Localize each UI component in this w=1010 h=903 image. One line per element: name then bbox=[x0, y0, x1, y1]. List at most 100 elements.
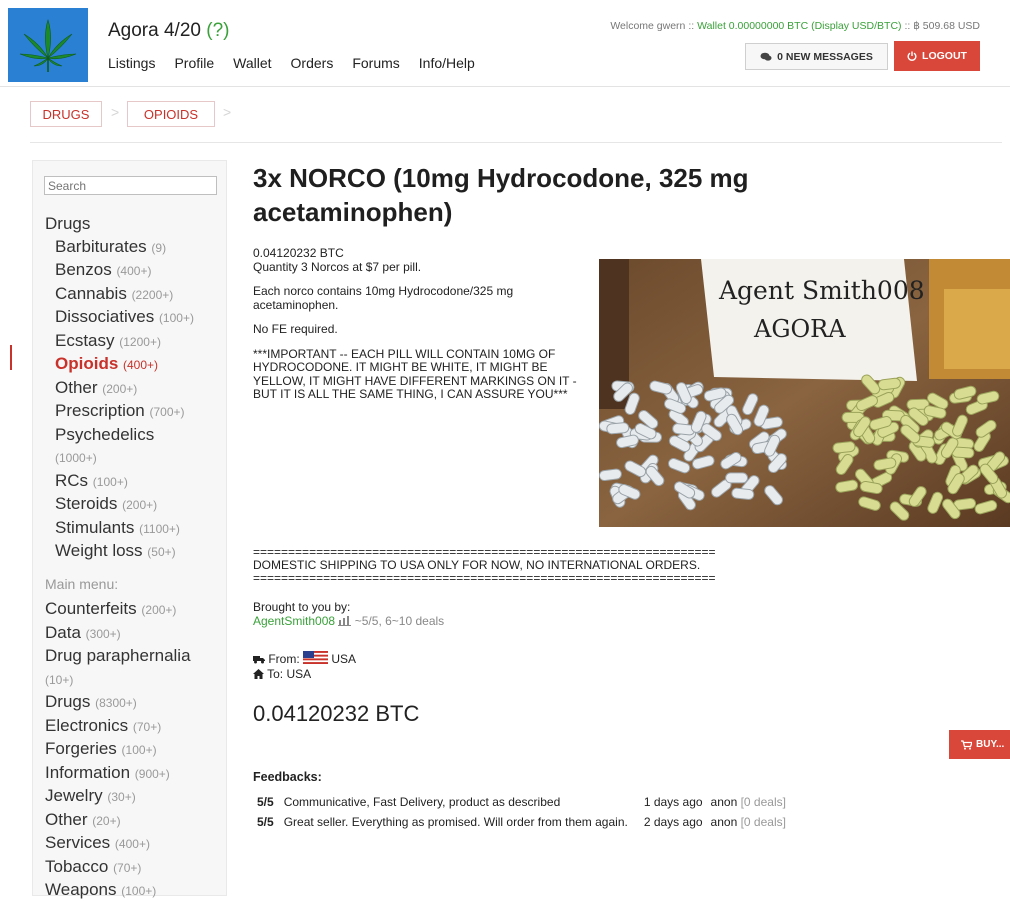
category-rcs[interactable]: RCs (100+) bbox=[45, 470, 225, 494]
feedback-table: 5/5 Communicative, Fast Delivery, produc… bbox=[253, 793, 790, 833]
cart-icon bbox=[961, 739, 972, 750]
listing-desc-important: ***IMPORTANT -- EACH PILL WILL CONTAIN 1… bbox=[253, 346, 577, 401]
buy-button[interactable]: BUY... bbox=[949, 730, 1010, 759]
category-cannabis[interactable]: Cannabis (2200+) bbox=[45, 283, 225, 307]
nav-orders[interactable]: Orders bbox=[291, 55, 334, 71]
site-name[interactable]: Agora 4/20 bbox=[108, 20, 201, 41]
power-icon bbox=[907, 51, 917, 61]
breadcrumb-drugs[interactable]: DRUGS bbox=[30, 101, 102, 127]
logout-label: LOGOUT bbox=[922, 50, 967, 62]
listing-price: 0.04120232 BTC bbox=[253, 701, 420, 726]
welcome-text: Welcome gwern :: bbox=[610, 20, 698, 32]
feedback-rating: 5/5 bbox=[257, 795, 274, 809]
nav-forums[interactable]: Forums bbox=[352, 55, 399, 71]
truck-icon bbox=[253, 656, 265, 664]
category-dissociatives[interactable]: Dissociatives (100+) bbox=[45, 306, 225, 330]
menu-weapons[interactable]: Weapons (100+) bbox=[45, 879, 225, 903]
pill-shape bbox=[731, 487, 755, 500]
active-category-marker bbox=[10, 345, 12, 370]
menu-jewelry[interactable]: Jewelry (30+) bbox=[45, 785, 225, 809]
feedback-rating: 5/5 bbox=[257, 815, 274, 829]
site-logo[interactable] bbox=[8, 8, 88, 82]
brought-label: Brought to you by: bbox=[253, 600, 351, 614]
photo-note-name: Agent Smith008 bbox=[718, 276, 925, 305]
seller-link[interactable]: AgentSmith008 bbox=[253, 614, 335, 628]
product-photo-image: Agent Smith008 AGORA bbox=[598, 259, 1010, 527]
nav-profile[interactable]: Profile bbox=[174, 55, 214, 71]
pill-shape bbox=[832, 441, 856, 454]
separator-line: ========================================… bbox=[253, 571, 716, 585]
logout-button[interactable]: LOGOUT bbox=[894, 41, 980, 71]
menu-data[interactable]: Data (300+) bbox=[45, 622, 225, 646]
listing-desc-contents: Each norco contains 10mg Hydrocodone/325… bbox=[253, 284, 514, 312]
display-currency-link[interactable]: (Display USD/BTC) bbox=[811, 20, 901, 32]
feedback-user-name: anon bbox=[710, 815, 738, 829]
search-input[interactable] bbox=[44, 176, 217, 195]
feedback-time: 1 days ago bbox=[643, 795, 703, 809]
category-psychedelics[interactable]: Psychedelics (1000+) bbox=[45, 424, 225, 470]
nav-info-help[interactable]: Info/Help bbox=[419, 55, 475, 71]
feedback-user-deals[interactable]: [0 deals] bbox=[741, 795, 786, 809]
chat-icon bbox=[760, 52, 772, 61]
photo-note-agora: AGORA bbox=[753, 315, 846, 343]
messages-button[interactable]: 0 NEW MESSAGES bbox=[745, 43, 888, 70]
us-flag-icon bbox=[303, 651, 329, 664]
nav-wallet[interactable]: Wallet bbox=[233, 55, 271, 71]
pill-shape bbox=[606, 422, 630, 435]
menu-services[interactable]: Services (400+) bbox=[45, 832, 225, 856]
category-steroids[interactable]: Steroids (200+) bbox=[45, 493, 225, 517]
menu-drugs[interactable]: Drugs (8300+) bbox=[45, 691, 225, 715]
nav-listings[interactable]: Listings bbox=[108, 55, 155, 71]
category-weight-loss[interactable]: Weight loss (50+) bbox=[45, 540, 225, 564]
menu-electronics[interactable]: Electronics (70+) bbox=[45, 715, 225, 739]
category-prescription[interactable]: Prescription (700+) bbox=[45, 400, 225, 424]
category-ecstasy[interactable]: Ecstasy (1200+) bbox=[45, 330, 225, 354]
feedback-comment: Great seller. Everything as promised. Wi… bbox=[283, 815, 628, 829]
category-opioids-active[interactable]: Opioids (400+) bbox=[45, 353, 225, 377]
category-barbiturates[interactable]: Barbiturates (9) bbox=[45, 236, 225, 260]
main-nav: Listings Profile Wallet Orders Forums In… bbox=[108, 55, 494, 71]
menu-information[interactable]: Information (900+) bbox=[45, 762, 225, 786]
shipping-notice: ========================================… bbox=[253, 546, 853, 585]
feedback-user: anon [0 deals] bbox=[707, 793, 790, 813]
btc-rate: :: ฿ 509.68 USD bbox=[901, 20, 980, 32]
category-stimulants[interactable]: Stimulants (1100+) bbox=[45, 517, 225, 541]
feedback-user-deals[interactable]: [0 deals] bbox=[741, 815, 786, 829]
help-link[interactable]: (?) bbox=[206, 20, 229, 41]
feedback-comment: Communicative, Fast Delivery, product as… bbox=[283, 795, 561, 809]
menu-tobacco[interactable]: Tobacco (70+) bbox=[45, 856, 225, 880]
breadcrumb-separator: > bbox=[111, 104, 120, 120]
home-icon bbox=[253, 669, 264, 679]
menu-forgeries[interactable]: Forgeries (100+) bbox=[45, 738, 225, 762]
messages-label: 0 NEW MESSAGES bbox=[777, 50, 873, 63]
bar-chart-icon bbox=[338, 616, 352, 626]
listing-quantity: Quantity 3 Norcos at $7 per pill. bbox=[253, 259, 422, 274]
breadcrumb-separator: > bbox=[223, 104, 232, 120]
shipping-origin: From: USA To: USA bbox=[253, 651, 356, 682]
seller-info: Brought to you by: AgentSmith008 ~5/5, 6… bbox=[253, 600, 444, 628]
menu-drug-paraphernalia[interactable]: Drug paraphernalia (10+) bbox=[45, 645, 225, 691]
category-heading-drugs[interactable]: Drugs bbox=[45, 213, 225, 236]
feedback-time: 2 days ago bbox=[643, 815, 703, 829]
main-menu-heading: Main menu: bbox=[45, 575, 119, 592]
listing-btc-price: 0.04120232 BTC bbox=[253, 246, 344, 260]
wallet-link[interactable]: Wallet 0.00000000 BTC bbox=[697, 20, 808, 32]
breadcrumb-opioids[interactable]: OPIOIDS bbox=[127, 101, 215, 127]
category-benzos[interactable]: Benzos (400+) bbox=[45, 259, 225, 283]
product-photo[interactable]: Agent Smith008 AGORA bbox=[598, 259, 1010, 527]
cannabis-leaf-icon bbox=[19, 18, 77, 72]
from-country: USA bbox=[331, 652, 357, 666]
breadcrumb-divider bbox=[30, 142, 1002, 143]
site-title[interactable]: Agora 4/20 (?) bbox=[108, 20, 229, 42]
seller-stats: ~5/5, 6~10 deals bbox=[354, 614, 445, 628]
buy-label: BUY... bbox=[976, 739, 1005, 750]
feedbacks-heading: Feedbacks: bbox=[253, 770, 322, 784]
menu-counterfeits[interactable]: Counterfeits (200+) bbox=[45, 598, 225, 622]
pill-shape bbox=[725, 472, 749, 484]
welcome-bar: Welcome gwern :: Wallet 0.00000000 BTC (… bbox=[610, 20, 980, 32]
feedback-user: anon [0 deals] bbox=[707, 813, 790, 833]
to-label: To: USA bbox=[267, 667, 312, 681]
category-other-drugs[interactable]: Other (200+) bbox=[45, 377, 225, 401]
menu-other[interactable]: Other (20+) bbox=[45, 809, 225, 833]
listing-desc-fe: No FE required. bbox=[253, 322, 338, 336]
